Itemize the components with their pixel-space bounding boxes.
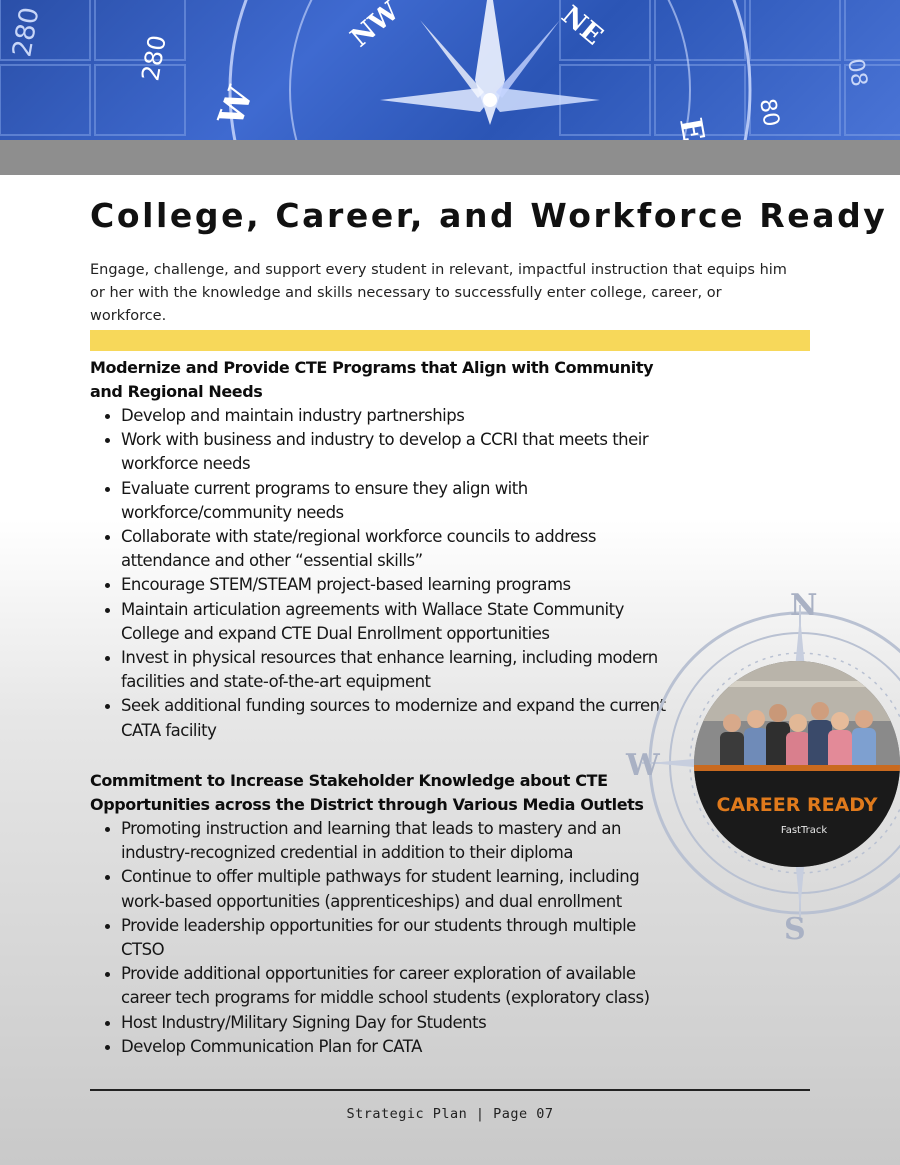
direction-label-nw: NW [345, 0, 405, 53]
photo-banner-text: CAREER READY [717, 794, 878, 816]
list-item: Encourage STEM/STEAM project-based learn… [90, 573, 670, 597]
list-item: Promoting instruction and learning that … [90, 817, 670, 865]
page-title: College, Career, and Workforce Ready [90, 196, 888, 235]
scale-label: 08 [842, 57, 871, 89]
direction-label-e: E [672, 115, 710, 140]
direction-label-ne: NE [556, 0, 609, 51]
photo-illustration: CAREER READY FastTrack [694, 661, 900, 867]
list-item: Seek additional funding sources to moder… [90, 694, 670, 742]
intro-paragraph: Engage, challenge, and support every stu… [90, 262, 787, 324]
footer-divider [90, 1089, 810, 1091]
section-heading: Modernize and Provide CTE Programs that … [90, 358, 654, 401]
list-item: Work with business and industry to devel… [90, 428, 670, 476]
list-item: Provide additional opportunities for car… [90, 962, 670, 1010]
banner-graphic: 280 280 80 08 W NW NE E [0, 0, 900, 140]
list-item: Continue to offer multiple pathways for … [90, 865, 670, 913]
list-item: Develop Communication Plan for CATA [90, 1035, 670, 1059]
list-item: Maintain articulation agreements with Wa… [90, 598, 670, 646]
header-gray-strip [0, 140, 900, 175]
career-ready-photo: CAREER READY FastTrack [694, 661, 900, 867]
bullet-list: Develop and maintain industry partnershi… [90, 404, 670, 743]
list-item: Host Industry/Military Signing Day for S… [90, 1011, 670, 1035]
scale-label: 80 [754, 97, 783, 129]
list-item: Evaluate current programs to ensure they… [90, 477, 670, 525]
page-footer: Strategic Plan | Page 07 [346, 1106, 554, 1122]
list-item: Collaborate with state/regional workforc… [90, 525, 670, 573]
header-banner: 280 280 80 08 W NW NE E [0, 0, 900, 140]
section-modernize-cte: Modernize and Provide CTE Programs that … [90, 356, 670, 743]
compass-letter-n: N [790, 588, 817, 623]
scale-label: 280 [136, 33, 172, 83]
section-stakeholder-knowledge: Commitment to Increase Stakeholder Knowl… [90, 769, 670, 1059]
compass-letter-s: S [784, 912, 806, 947]
photo-sub-text: FastTrack [781, 825, 827, 836]
section-heading: Commitment to Increase Stakeholder Knowl… [90, 771, 644, 814]
bullet-list: Promoting instruction and learning that … [90, 817, 670, 1059]
list-item: Develop and maintain industry partnershi… [90, 404, 670, 428]
direction-label-w: W [211, 81, 262, 132]
list-item: Invest in physical resources that enhanc… [90, 646, 670, 694]
scale-label: 280 [7, 5, 45, 59]
list-item: Provide leadership opportunities for our… [90, 914, 670, 962]
compass-letter-w: W [625, 748, 661, 783]
yellow-divider-bar [90, 330, 810, 351]
